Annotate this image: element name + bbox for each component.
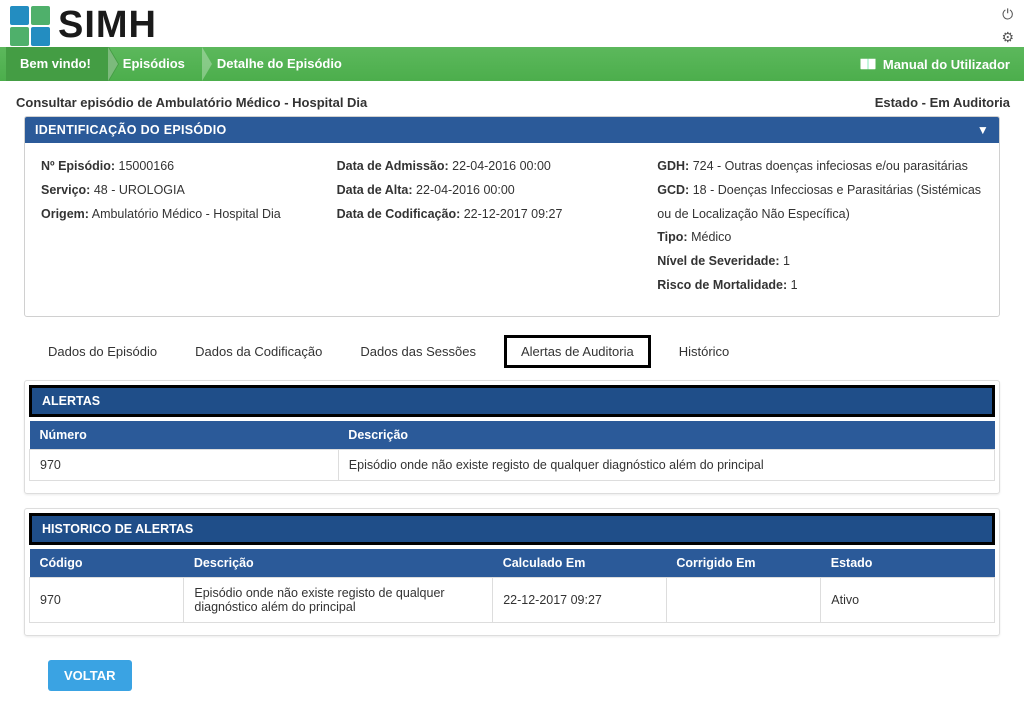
- gcd-value: 18 - Doenças Infecciosas e Parasitárias …: [657, 183, 981, 221]
- history-col-corrigido: Corrigido Em: [666, 549, 820, 578]
- breadcrumb-detail: Detalhe do Episódio: [203, 47, 360, 81]
- alerts-section: ALERTAS Número Descrição 970 Episódio on…: [24, 380, 1000, 494]
- power-icon[interactable]: ⏻: [1002, 6, 1013, 23]
- book-icon: [859, 57, 877, 71]
- history-col-descricao: Descrição: [184, 549, 493, 578]
- manual-label: Manual do Utilizador: [883, 57, 1010, 72]
- breadcrumb-bar: Bem vindo! Episódios Detalhe do Episódio…: [0, 47, 1024, 81]
- back-button[interactable]: VOLTAR: [48, 660, 132, 691]
- history-table: Código Descrição Calculado Em Corrigido …: [29, 549, 995, 623]
- type-value: Médico: [691, 230, 731, 244]
- chevron-down-icon: ▼: [977, 123, 989, 137]
- tab-alertas-auditoria[interactable]: Alertas de Auditoria: [504, 335, 651, 368]
- history-section: HISTORICO DE ALERTAS Código Descrição Ca…: [24, 508, 1000, 636]
- identification-header[interactable]: IDENTIFICAÇÃO DO EPISÓDIO ▼: [25, 117, 999, 143]
- alerts-table: Número Descrição 970 Episódio onde não e…: [29, 421, 995, 481]
- table-row: 970 Episódio onde não existe registo de …: [30, 449, 995, 480]
- brand-text: SIMH: [58, 4, 157, 47]
- tab-bar: Dados do Episódio Dados da Codificação D…: [38, 329, 1010, 376]
- mortality-value: 1: [791, 278, 798, 292]
- tab-dados-codificacao[interactable]: Dados da Codificação: [185, 338, 332, 365]
- history-header: HISTORICO DE ALERTAS: [32, 516, 992, 542]
- state-label: Estado - Em Auditoria: [875, 95, 1010, 110]
- settings-icon[interactable]: ⚙: [1001, 29, 1014, 46]
- table-row: 970 Episódio onde não existe registo de …: [30, 577, 995, 622]
- manual-link[interactable]: Manual do Utilizador: [859, 57, 1024, 72]
- alert-number: 970: [30, 449, 339, 480]
- logo: SIMH: [10, 4, 157, 47]
- alerts-header: ALERTAS: [32, 388, 992, 414]
- history-col-estado: Estado: [821, 549, 995, 578]
- breadcrumb-welcome: Bem vindo!: [6, 47, 109, 81]
- episode-number: 15000166: [119, 159, 175, 173]
- history-calculated: 22-12-2017 09:27: [493, 577, 667, 622]
- gdh-value: 724 - Outras doenças infeciosas e/ou par…: [693, 159, 968, 173]
- origin-value: Ambulatório Médico - Hospital Dia: [92, 207, 281, 221]
- logo-icon: [10, 6, 50, 46]
- service-value: 48 - UROLOGIA: [94, 183, 185, 197]
- breadcrumb-episodes[interactable]: Episódios: [109, 47, 203, 81]
- alerts-col-descricao: Descrição: [338, 421, 994, 450]
- history-corrected: [666, 577, 820, 622]
- history-description: Episódio onde não existe registo de qual…: [184, 577, 493, 622]
- history-col-calculado: Calculado Em: [493, 549, 667, 578]
- coding-date: 22-12-2017 09:27: [464, 207, 563, 221]
- history-col-codigo: Código: [30, 549, 184, 578]
- severity-value: 1: [783, 254, 790, 268]
- history-state: Ativo: [821, 577, 995, 622]
- discharge-date: 22-04-2016 00:00: [416, 183, 515, 197]
- tab-historico[interactable]: Histórico: [669, 338, 740, 365]
- tab-dados-sessoes[interactable]: Dados das Sessões: [350, 338, 486, 365]
- alert-description: Episódio onde não existe registo de qual…: [338, 449, 994, 480]
- admission-date: 22-04-2016 00:00: [452, 159, 551, 173]
- alerts-col-numero: Número: [30, 421, 339, 450]
- history-code: 970: [30, 577, 184, 622]
- identification-panel: IDENTIFICAÇÃO DO EPISÓDIO ▼ Nº Episódio:…: [24, 116, 1000, 317]
- top-bar: SIMH ⏻ ⚙: [0, 0, 1024, 47]
- page-title: Consultar episódio de Ambulatório Médico…: [16, 95, 367, 110]
- tab-dados-episodio[interactable]: Dados do Episódio: [38, 338, 167, 365]
